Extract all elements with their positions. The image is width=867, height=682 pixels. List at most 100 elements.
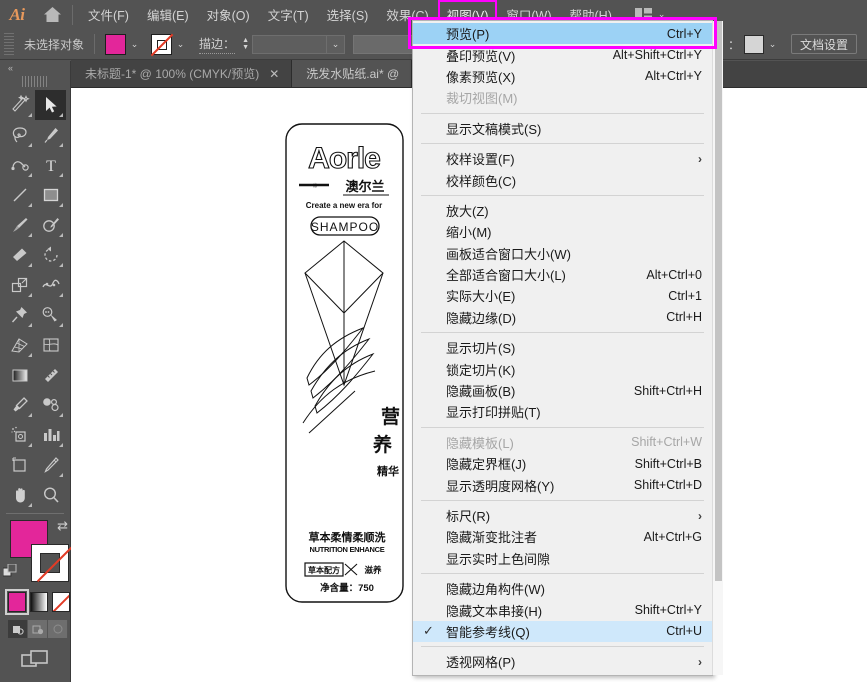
menu-edit[interactable]: 编辑(E): [138, 0, 198, 29]
menu-file[interactable]: 文件(F): [79, 0, 138, 29]
blend-tool[interactable]: [35, 390, 66, 420]
view-menu-dropdown[interactable]: 预览(P)Ctrl+Y叠印预览(V)Alt+Shift+Ctrl+Y像素预览(X…: [412, 20, 713, 676]
stroke-weight-label[interactable]: 描边：: [199, 35, 235, 54]
menubar-divider: [72, 5, 73, 25]
document-tab-1[interactable]: 未标题-1* @ 100% (CMYK/预览) ✕: [71, 60, 292, 87]
menu-item-15[interactable]: 隐藏边缘(D)Ctrl+H: [413, 307, 712, 328]
stroke-color-dropdown[interactable]: ⌄: [172, 34, 189, 55]
tool-flyout-indicator: [59, 293, 63, 297]
tool-flyout-indicator: [59, 443, 63, 447]
perspective-grid-tool[interactable]: [4, 330, 35, 360]
menu-item-24[interactable]: 显示透明度网格(Y)Shift+Ctrl+D: [413, 474, 712, 495]
eyedropper-tool[interactable]: [4, 390, 35, 420]
menu-item-28[interactable]: 显示实时上色间隙: [413, 548, 712, 569]
menu-item-7[interactable]: 校样设置(F)›: [413, 148, 712, 169]
stroke-weight-input[interactable]: [252, 35, 326, 54]
pen-tool[interactable]: [35, 120, 66, 150]
menu-item-8[interactable]: 校样颜色(C): [413, 169, 712, 190]
menu-item-31[interactable]: 隐藏文本串接(H)Shift+Ctrl+Y: [413, 599, 712, 620]
selection-tool[interactable]: [35, 90, 66, 120]
mesh-tool[interactable]: [35, 330, 66, 360]
menu-item-27[interactable]: 隐藏渐变批注者Alt+Ctrl+G: [413, 526, 712, 547]
opacity-label: ：: [728, 36, 740, 53]
rectangle-tool[interactable]: [35, 180, 66, 210]
close-icon[interactable]: ✕: [269, 68, 279, 80]
slice-tool[interactable]: [35, 450, 66, 480]
draw-normal-mode[interactable]: [8, 620, 28, 638]
dropdown-scrollbar[interactable]: [712, 21, 723, 675]
stroke-weight-stepper[interactable]: ▲▼: [239, 34, 252, 55]
stroke-weight-dropdown[interactable]: ⌄: [326, 35, 345, 54]
menu-select[interactable]: 选择(S): [318, 0, 378, 29]
menu-object[interactable]: 对象(O): [198, 0, 259, 29]
menu-item-19[interactable]: 隐藏画板(B)Shift+Ctrl+H: [413, 380, 712, 401]
stroke-color-box[interactable]: [31, 544, 69, 582]
symbol-sprayer-tool[interactable]: [4, 420, 35, 450]
width-tool[interactable]: [35, 270, 66, 300]
menu-item-label: 实际大小(E): [446, 286, 668, 305]
dropdown-scroll-thumb[interactable]: [715, 21, 722, 581]
toolbar-collapse-icon[interactable]: «: [0, 61, 70, 75]
toolbar-grip[interactable]: [22, 76, 48, 87]
control-bar-grip[interactable]: [4, 33, 14, 55]
screen-mode-icon[interactable]: [20, 648, 50, 672]
paintbrush-tool[interactable]: [4, 210, 35, 240]
default-fill-stroke-icon[interactable]: [3, 564, 18, 579]
fill-color-swatch[interactable]: [105, 34, 126, 55]
shape-builder-tool[interactable]: [35, 300, 66, 330]
menu-item-5[interactable]: 显示文稿模式(S): [413, 118, 712, 139]
menu-item-label: 标尺(R): [446, 506, 690, 525]
stroke-color-swatch[interactable]: [151, 34, 172, 55]
menu-item-26[interactable]: 标尺(R)›: [413, 505, 712, 526]
artboard-tool[interactable]: [4, 450, 35, 480]
opacity-dropdown[interactable]: ⌄: [764, 34, 781, 55]
menu-item-shortcut: Ctrl+H: [666, 310, 702, 324]
column-graph-tool[interactable]: [35, 420, 66, 450]
menu-item-23[interactable]: 隐藏定界框(J)Shift+Ctrl+B: [413, 453, 712, 474]
swap-fill-stroke-icon[interactable]: ⇄: [57, 518, 68, 534]
menu-item-0[interactable]: 预览(P)Ctrl+Y: [413, 23, 712, 44]
zoom-tool[interactable]: [35, 480, 66, 510]
menu-item-10[interactable]: 放大(Z): [413, 200, 712, 221]
menu-text[interactable]: 文字(T): [259, 0, 318, 29]
rotate-tool[interactable]: [35, 240, 66, 270]
menu-item-34[interactable]: 透视网格(P)›: [413, 651, 712, 672]
document-tab-2[interactable]: 洗发水贴纸.ai* @: [292, 60, 412, 87]
menu-item-11[interactable]: 缩小(M): [413, 221, 712, 242]
fill-color-dropdown[interactable]: ⌄: [126, 34, 143, 55]
menu-item-20[interactable]: 显示打印拼贴(T): [413, 401, 712, 422]
home-icon[interactable]: [34, 0, 70, 29]
draw-behind-mode[interactable]: [28, 620, 48, 638]
measure-tool[interactable]: [35, 360, 66, 390]
shaper-tool[interactable]: [35, 210, 66, 240]
menu-item-18[interactable]: 锁定切片(K): [413, 358, 712, 379]
menu-item-17[interactable]: 显示切片(S): [413, 337, 712, 358]
scale-tool[interactable]: [4, 270, 35, 300]
gradient-tool[interactable]: [4, 360, 35, 390]
eraser-tool[interactable]: [4, 240, 35, 270]
tool-flyout-indicator: [28, 413, 32, 417]
menu-item-30[interactable]: 隐藏边角构件(W): [413, 578, 712, 599]
draw-inside-mode[interactable]: [48, 620, 68, 638]
menu-item-14[interactable]: 实际大小(E)Ctrl+1: [413, 285, 712, 306]
type-tool[interactable]: T: [35, 150, 66, 180]
document-setup-button[interactable]: 文档设置: [791, 34, 857, 54]
line-segment-tool[interactable]: [4, 180, 35, 210]
artboard[interactable]: Aorle ✳ 澳尔兰 Create a new era for SHAMPOO: [285, 123, 404, 603]
menu-item-12[interactable]: 画板适合窗口大小(W): [413, 243, 712, 264]
color-mode-gradient[interactable]: [30, 592, 48, 612]
color-mode-solid[interactable]: [8, 592, 26, 612]
document-tab-2-label: 洗发水贴纸.ai* @: [306, 65, 399, 82]
lasso-tool[interactable]: [4, 120, 35, 150]
free-transform-tool[interactable]: [4, 300, 35, 330]
curvature-tool[interactable]: [4, 150, 35, 180]
menu-item-1[interactable]: 叠印预览(V)Alt+Shift+Ctrl+Y: [413, 44, 712, 65]
color-mode-none[interactable]: [52, 592, 70, 612]
hand-tool[interactable]: [4, 480, 35, 510]
menu-item-2[interactable]: 像素预览(X)Alt+Ctrl+Y: [413, 66, 712, 87]
menu-item-13[interactable]: 全部适合窗口大小(L)Alt+Ctrl+0: [413, 264, 712, 285]
menu-item-shortcut: Alt+Ctrl+G: [644, 530, 702, 544]
opacity-swatch[interactable]: [744, 35, 764, 54]
magic-wand-tool[interactable]: [4, 90, 35, 120]
menu-item-32[interactable]: ✓智能参考线(Q)Ctrl+U: [413, 621, 712, 642]
